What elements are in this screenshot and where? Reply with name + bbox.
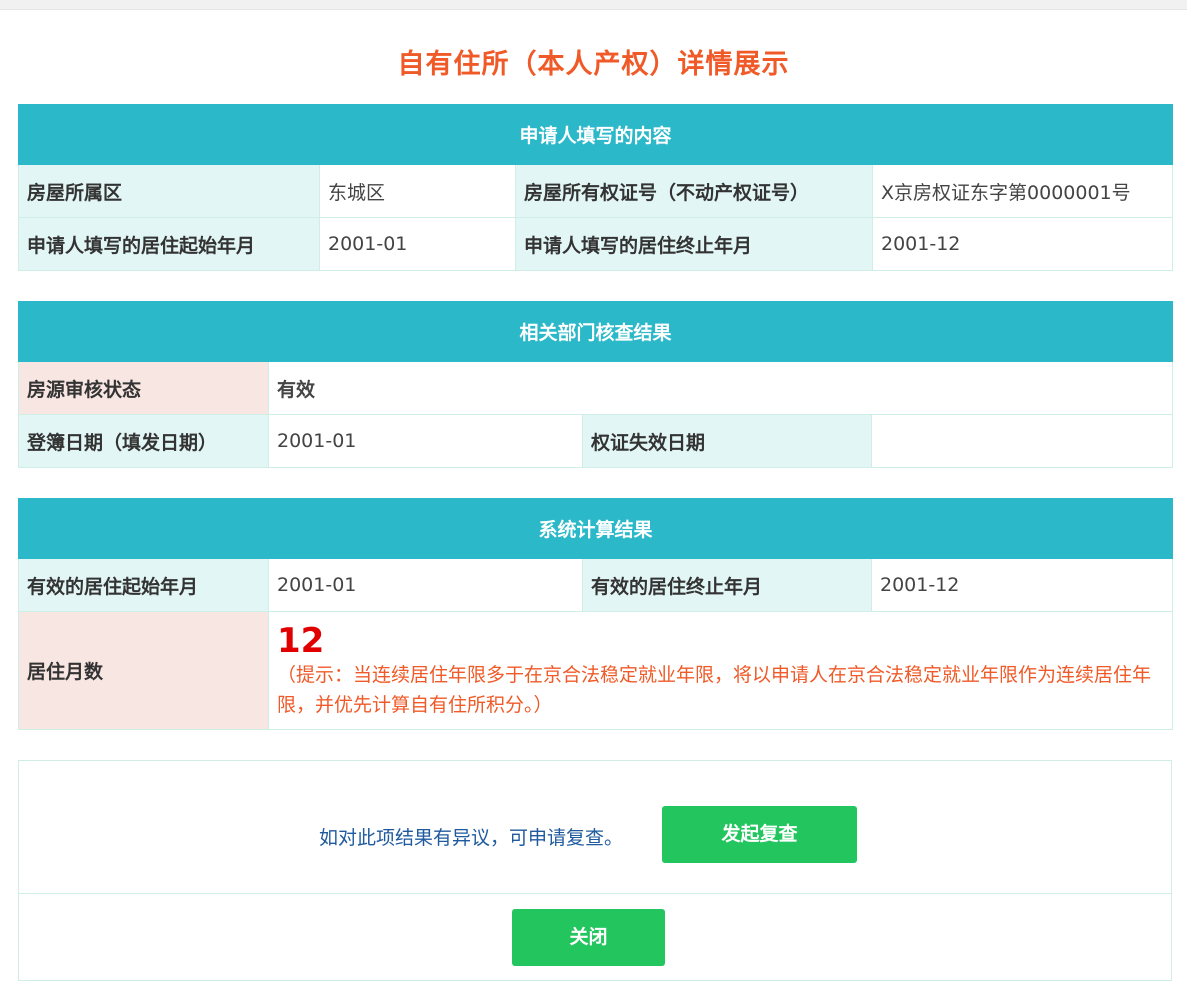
- applicant-end-value: 2001-12: [871, 217, 1174, 271]
- applicant-table: 申请人填写的内容 房屋所属区 东城区 房屋所有权证号（不动产权证号） X京房权证…: [17, 104, 1174, 271]
- applicant-start-label: 申请人填写的居住起始年月: [18, 217, 320, 271]
- residence-months-label: 居住月数: [18, 611, 269, 730]
- verification-section-header: 相关部门核查结果: [17, 301, 1174, 362]
- audit-status-value: 有效: [267, 361, 1174, 415]
- valid-start-label: 有效的居住起始年月: [18, 558, 269, 612]
- applicant-section-header: 申请人填写的内容: [17, 104, 1174, 165]
- register-date-value: 2001-01: [268, 414, 583, 468]
- cert-expire-label: 权证失效日期: [582, 414, 872, 468]
- divider: [19, 893, 1171, 894]
- register-date-label: 登簿日期（填发日期）: [18, 414, 269, 468]
- cert-expire-value: [870, 414, 1174, 468]
- residence-months-cell: 12 （提示：当连续居住年限多于在京合法稳定就业年限，将以申请人在京合法稳定就业…: [267, 611, 1174, 730]
- audit-status-label: 房源审核状态: [18, 361, 269, 415]
- valid-end-label: 有效的居住终止年月: [582, 558, 872, 612]
- district-value: 东城区: [319, 164, 516, 218]
- hint-text: （提示：当连续居住年限多于在京合法稳定就业年限，将以申请人在京合法稳定就业年限作…: [277, 663, 1152, 716]
- page-title: 自有住所（本人产权）详情展示: [397, 49, 790, 80]
- residence-months-value: 12: [277, 620, 325, 661]
- calculation-table: 系统计算结果 有效的居住起始年月 2001-01 有效的居住终止年月 2001-…: [17, 498, 1174, 730]
- start-review-button[interactable]: 发起复查: [662, 806, 857, 863]
- review-prompt: 如对此项结果有异议，可申请复查。: [319, 827, 624, 849]
- district-label: 房屋所属区: [18, 164, 320, 218]
- applicant-start-value: 2001-01: [319, 217, 516, 271]
- valid-end-value: 2001-12: [870, 558, 1174, 612]
- top-bar: [0, 0, 1187, 10]
- cert-number-value: X京房权证东字第0000001号: [871, 164, 1174, 218]
- verification-table: 相关部门核查结果 房源审核状态 有效 登簿日期（填发日期） 2001-01 权证…: [17, 301, 1174, 468]
- applicant-end-label: 申请人填写的居住终止年月: [515, 217, 873, 271]
- action-panel: 如对此项结果有异议，可申请复查。 发起复查 关闭: [18, 760, 1172, 981]
- close-button[interactable]: 关闭: [512, 909, 665, 966]
- valid-start-value: 2001-01: [268, 558, 583, 612]
- calculation-section-header: 系统计算结果: [17, 498, 1174, 559]
- cert-number-label: 房屋所有权证号（不动产权证号）: [515, 164, 873, 218]
